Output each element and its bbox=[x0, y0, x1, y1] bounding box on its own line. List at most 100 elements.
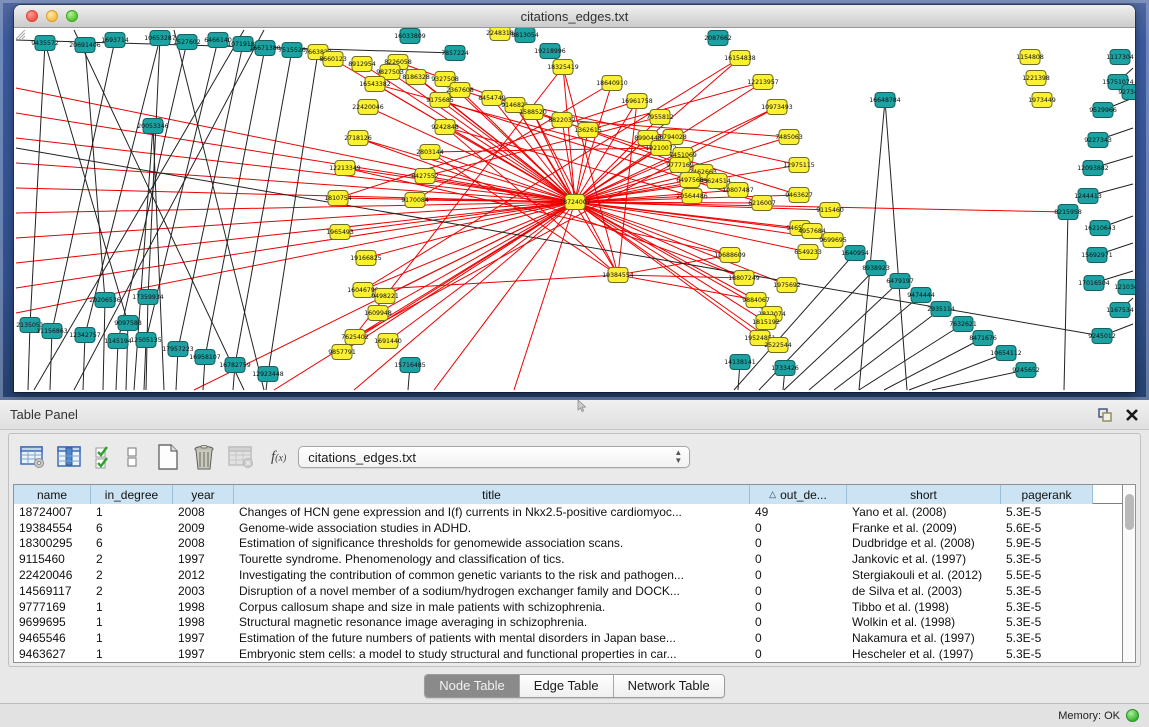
tab-network-table[interactable]: Network Table bbox=[614, 675, 724, 697]
trash-icon[interactable] bbox=[191, 443, 217, 471]
new-document-icon[interactable] bbox=[155, 443, 181, 471]
graph-node[interactable]: 16154838 bbox=[724, 51, 756, 66]
column-header-short[interactable]: short bbox=[847, 485, 1001, 504]
graph-node[interactable]: 9498221 bbox=[371, 289, 399, 304]
graph-node[interactable]: 20206536 bbox=[89, 293, 121, 308]
graph-node[interactable]: 9474444 bbox=[907, 288, 935, 303]
graph-node[interactable]: 16782759 bbox=[219, 358, 251, 373]
graph-node[interactable]: 9245012 bbox=[1088, 329, 1116, 344]
table-row[interactable]: 1830029562008Estimation of significance … bbox=[14, 536, 1135, 552]
tab-node-table[interactable]: Node Table bbox=[425, 675, 520, 697]
graph-node[interactable]: 19166825 bbox=[350, 251, 382, 266]
graph-node[interactable]: 19384554 bbox=[602, 268, 634, 283]
network-graph[interactable]: 9435572206914061693714106532871527602646… bbox=[14, 28, 1135, 392]
graph-node[interactable]: 16210643 bbox=[1084, 221, 1116, 236]
graph-node[interactable]: 8471676 bbox=[969, 331, 997, 346]
graph-node[interactable]: 8938923 bbox=[862, 261, 890, 276]
table-row[interactable]: 911546021997Tourette syndrome. Phenomeno… bbox=[14, 551, 1135, 567]
graph-node[interactable]: 17016504 bbox=[1078, 276, 1110, 291]
column-header-in_degree[interactable]: in_degree bbox=[91, 485, 173, 504]
graph-node[interactable]: 2522544 bbox=[764, 338, 792, 353]
graph-node[interactable]: 9463627 bbox=[785, 188, 813, 203]
graph-node[interactable]: 10653287 bbox=[144, 31, 176, 46]
table-row[interactable]: 946554611997Estimation of the future num… bbox=[14, 630, 1135, 646]
graph-node[interactable]: 1588520 bbox=[519, 105, 547, 120]
graph-node[interactable]: 1965493 bbox=[326, 225, 354, 240]
vertical-scrollbar[interactable] bbox=[1122, 485, 1135, 662]
graph-node[interactable]: 18640910 bbox=[596, 76, 628, 91]
graph-node[interactable]: 1210344 bbox=[1114, 280, 1135, 295]
graph-node[interactable]: 2935114 bbox=[927, 302, 955, 317]
graph-node[interactable]: 20691406 bbox=[69, 38, 101, 53]
graph-node[interactable]: 9227343 bbox=[1084, 133, 1112, 148]
graph-node[interactable]: 15692971 bbox=[1081, 248, 1113, 263]
scrollbar-thumb[interactable] bbox=[1125, 494, 1134, 530]
column-header-year[interactable]: year bbox=[173, 485, 234, 504]
graph-node[interactable]: 1810754 bbox=[324, 191, 352, 206]
graph-node[interactable]: 6216007 bbox=[748, 196, 776, 211]
graph-node[interactable]: 8215958 bbox=[1054, 205, 1082, 220]
graph-node[interactable]: 1117304 bbox=[1106, 50, 1134, 65]
graph-node[interactable]: 12342757 bbox=[69, 328, 101, 343]
graph-node[interactable]: 15716485 bbox=[394, 358, 426, 373]
close-button[interactable] bbox=[26, 10, 38, 22]
close-panel-icon[interactable] bbox=[1125, 408, 1139, 422]
graph-node[interactable]: 9529966 bbox=[1089, 103, 1117, 118]
minimize-button[interactable] bbox=[46, 10, 58, 22]
graph-node[interactable]: 12975115 bbox=[783, 158, 815, 173]
tab-edge-table[interactable]: Edge Table bbox=[520, 675, 614, 697]
table-row[interactable]: 977716911998Corpus callosum shape and si… bbox=[14, 599, 1135, 615]
graph-node[interactable]: 2803144 bbox=[416, 145, 444, 160]
graph-node[interactable]: 8813054 bbox=[511, 28, 539, 43]
graph-node[interactable]: 7955812 bbox=[646, 110, 674, 125]
network-canvas[interactable]: 9435572206914061693714106532871527602646… bbox=[14, 28, 1135, 392]
graph-node[interactable]: 7625402 bbox=[341, 330, 369, 345]
select-checkmarks-icon[interactable] bbox=[93, 444, 115, 470]
graph-node[interactable]: 1154808 bbox=[1016, 50, 1044, 65]
graph-node[interactable]: 1145194 bbox=[104, 334, 132, 349]
graph-node[interactable]: 12213349 bbox=[329, 161, 361, 176]
graph-node[interactable]: 9857791 bbox=[328, 345, 356, 360]
graph-node[interactable]: 7515526 bbox=[278, 43, 306, 58]
node-table[interactable]: namein_degreeyeartitle△out_de...shortpag… bbox=[13, 484, 1136, 663]
graph-node[interactable]: 1691440 bbox=[374, 334, 402, 349]
graph-node[interactable]: 10688609 bbox=[714, 248, 746, 263]
table-row[interactable]: 969969511998Structural magnetic resonanc… bbox=[14, 615, 1135, 631]
float-window-icon[interactable] bbox=[1097, 407, 1113, 422]
graph-node[interactable]: 17359934 bbox=[132, 290, 164, 305]
graph-node[interactable]: 7485063 bbox=[775, 130, 803, 145]
column-header-name[interactable]: name bbox=[14, 485, 91, 504]
graph-node[interactable]: 2718126 bbox=[344, 131, 372, 146]
graph-node[interactable]: 20564486 bbox=[676, 189, 708, 204]
graph-node[interactable]: 7857224 bbox=[441, 46, 469, 61]
graph-node[interactable]: 9242848 bbox=[431, 120, 459, 135]
graph-node[interactable]: 1609948 bbox=[364, 306, 392, 321]
graph-node[interactable]: 8912954 bbox=[348, 57, 376, 72]
table-row[interactable]: 1938455462009Genome-wide association stu… bbox=[14, 520, 1135, 536]
table-column-icon[interactable] bbox=[56, 444, 83, 470]
graph-node[interactable]: 8660123 bbox=[319, 52, 347, 67]
graph-node[interactable]: 1527602 bbox=[173, 35, 201, 50]
delete-table-icon[interactable] bbox=[227, 444, 255, 470]
table-select-dropdown[interactable]: citations_edges.txt ▲▼ bbox=[298, 446, 690, 468]
resize-grip-icon[interactable] bbox=[14, 28, 26, 40]
graph-node[interactable]: 1167534 bbox=[1106, 303, 1134, 318]
graph-node[interactable]: 16958107 bbox=[189, 350, 221, 365]
table-settings-icon[interactable] bbox=[19, 444, 46, 470]
graph-node[interactable]: 12213957 bbox=[747, 75, 779, 90]
graph-node[interactable]: 19218996 bbox=[534, 44, 566, 59]
table-row[interactable]: 1456911722003Disruption of a novel membe… bbox=[14, 583, 1135, 599]
graph-node[interactable]: 1975692 bbox=[773, 278, 801, 293]
graph-node[interactable]: 1244413 bbox=[1074, 189, 1102, 204]
graph-node[interactable]: 12923448 bbox=[252, 367, 284, 382]
graph-node[interactable]: 9435572 bbox=[31, 36, 59, 51]
graph-node[interactable]: 1733426 bbox=[771, 361, 799, 376]
window-titlebar[interactable]: citations_edges.txt bbox=[14, 5, 1135, 28]
graph-node[interactable]: 9115460 bbox=[816, 203, 844, 218]
column-header-pagerank[interactable]: pagerank bbox=[1001, 485, 1093, 504]
table-row[interactable]: 2242004622012Investigating the contribut… bbox=[14, 567, 1135, 583]
graph-node[interactable]: 20053346 bbox=[137, 119, 169, 134]
graph-node[interactable]: 9175685 bbox=[426, 93, 454, 108]
zoom-button[interactable] bbox=[66, 10, 78, 22]
graph-node[interactable]: 7632621 bbox=[949, 317, 977, 332]
